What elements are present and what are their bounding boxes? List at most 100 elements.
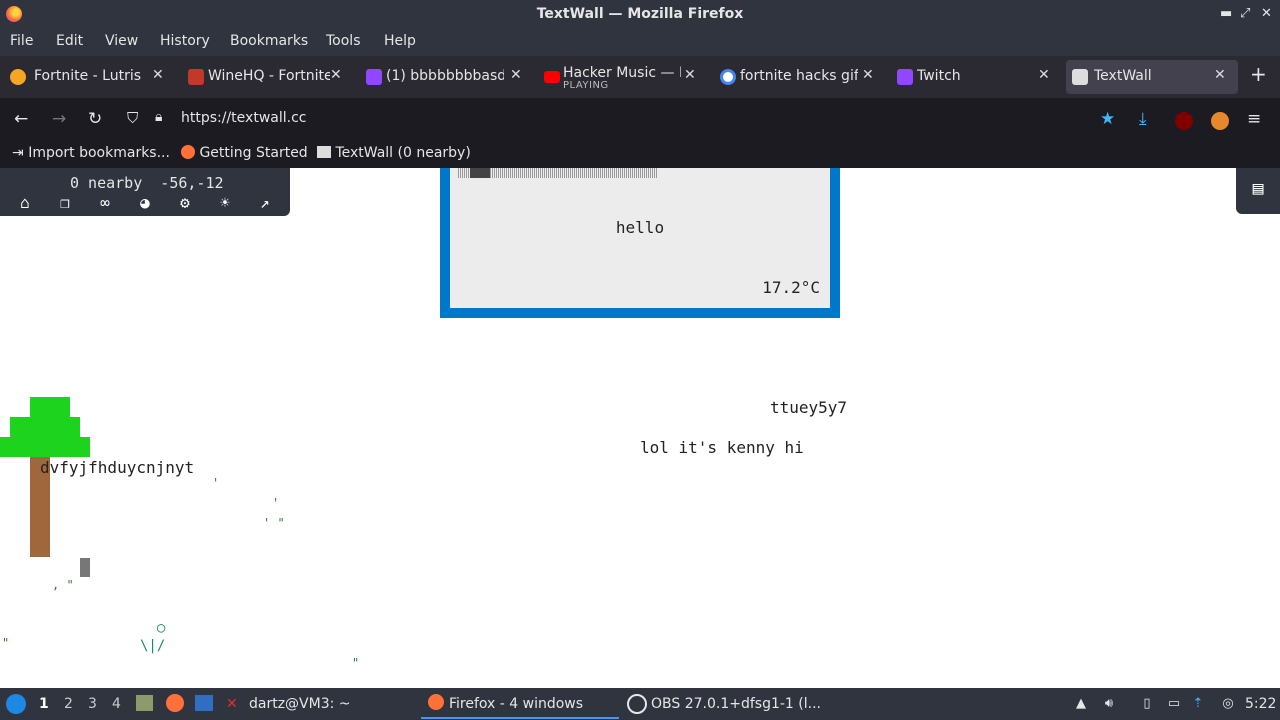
palette-icon[interactable]: ◕ bbox=[135, 193, 155, 213]
settings-gear-icon[interactable]: ⚙ bbox=[175, 193, 195, 213]
tab-label: WineHQ - Fortnite bbox=[208, 68, 330, 84]
volume-icon[interactable]: 🔊︎ bbox=[1101, 696, 1117, 712]
bookmark-star-icon[interactable]: ★ bbox=[1100, 109, 1115, 129]
lock-icon[interactable]: 🔒︎ bbox=[155, 109, 162, 125]
tab-close-icon[interactable]: ✕ bbox=[1214, 67, 1226, 83]
active-window-indicator bbox=[421, 717, 619, 719]
tab-winehq[interactable]: WineHQ - Fortnite ✕ bbox=[180, 60, 352, 94]
tab-label: (1) bbbbbbbbasdf bbox=[386, 68, 504, 84]
menu-bar: File Edit View History Bookmarks Tools H… bbox=[0, 30, 1280, 56]
bookmark-getting-started[interactable]: Getting Started bbox=[181, 145, 308, 161]
taskbar: 1 2 3 4 ✕ dartz@VM3: ~ Firefox - 4 windo… bbox=[0, 688, 1280, 720]
copy-icon[interactable]: ❐ bbox=[55, 193, 75, 213]
tree-canopy bbox=[30, 397, 70, 417]
tab-hacker-music[interactable]: Hacker Music — D PLAYING ✕ bbox=[536, 60, 708, 94]
tab-textwall[interactable]: TextWall ✕ bbox=[1066, 60, 1238, 94]
window-title: TextWall — Mozilla Firefox bbox=[536, 6, 744, 22]
tab-close-icon[interactable]: ✕ bbox=[510, 67, 522, 83]
chat-icon[interactable]: ▤ bbox=[1236, 168, 1280, 214]
maximize-button[interactable]: ⤢ bbox=[1240, 6, 1250, 21]
obs-icon bbox=[627, 694, 647, 714]
firefox-launcher-icon[interactable] bbox=[166, 694, 184, 712]
back-icon[interactable]: ← bbox=[14, 109, 28, 129]
bookmarks-bar: ⇥ Import bookmarks... Getting Started Te… bbox=[0, 140, 1280, 168]
menu-tools[interactable]: Tools bbox=[326, 33, 361, 49]
wall-text: ttuey5y7 bbox=[770, 398, 848, 417]
hud-panel: 0 nearby -56,-12 ⌂ ❐ ∞ ◕ ⚙ ☀ ↗ bbox=[0, 168, 290, 216]
update-icon[interactable]: ⇡ bbox=[1190, 696, 1206, 712]
menu-file[interactable]: File bbox=[10, 33, 33, 49]
brightness-icon[interactable]: ☀ bbox=[215, 193, 235, 213]
start-menu-icon[interactable] bbox=[6, 694, 26, 714]
import-icon: ⇥ bbox=[12, 145, 24, 161]
grass-tuft: " bbox=[352, 656, 360, 670]
tab-close-icon[interactable]: ✕ bbox=[862, 67, 874, 83]
tab-fortnite-lutris[interactable]: Fortnite - Lutris ✕ bbox=[2, 60, 174, 94]
ublock-icon[interactable] bbox=[1175, 112, 1193, 130]
close-window-button[interactable]: ✕ bbox=[1261, 6, 1272, 21]
extension-badge-icon[interactable] bbox=[1211, 112, 1229, 130]
taskbar-terminal[interactable]: dartz@VM3: ~ bbox=[249, 696, 351, 712]
expand-arrow-icon[interactable]: ↗ bbox=[255, 193, 275, 213]
tab-label: TextWall bbox=[1094, 68, 1152, 84]
url-text[interactable]: https://textwall.cc bbox=[181, 110, 306, 126]
minimize-button[interactable]: ▬ bbox=[1220, 6, 1232, 21]
tab-close-icon[interactable]: ✕ bbox=[684, 67, 696, 83]
tab-close-icon[interactable]: ✕ bbox=[1038, 67, 1050, 83]
nearby-coordinates: 0 nearby -56,-12 bbox=[70, 174, 224, 192]
clipboard-icon[interactable]: ▯ bbox=[1139, 696, 1155, 712]
tab-label: fortnite hacks gif bbox=[740, 68, 858, 84]
tab-strip: Fortnite - Lutris ✕ WineHQ - Fortnite ✕ … bbox=[0, 56, 1280, 98]
tab-twitch-bbbb[interactable]: (1) bbbbbbbbasdf ✕ bbox=[358, 60, 530, 94]
taskbar-firefox[interactable]: Firefox - 4 windows bbox=[449, 696, 583, 712]
tab-close-icon[interactable]: ✕ bbox=[330, 67, 342, 83]
bookmark-textwall[interactable]: TextWall (0 nearby) bbox=[317, 145, 471, 161]
reload-icon[interactable]: ↻ bbox=[88, 109, 102, 129]
youtube-icon bbox=[544, 71, 560, 83]
lutris-icon bbox=[10, 69, 26, 85]
twitch-icon bbox=[366, 69, 382, 85]
menu-view[interactable]: View bbox=[105, 33, 138, 49]
textwall-icon bbox=[1072, 69, 1088, 85]
file-manager-icon[interactable] bbox=[136, 695, 153, 711]
menu-bookmarks[interactable]: Bookmarks bbox=[230, 33, 308, 49]
winehq-icon bbox=[188, 69, 204, 85]
dither-pattern bbox=[458, 168, 658, 178]
firefox-icon bbox=[428, 694, 444, 710]
terminal-icon: ✕ bbox=[226, 696, 238, 712]
workspace-4[interactable]: 4 bbox=[112, 696, 121, 712]
bookmark-import[interactable]: ⇥ Import bookmarks... bbox=[12, 145, 170, 161]
menu-help[interactable]: Help bbox=[384, 33, 416, 49]
tab-label: Twitch bbox=[917, 68, 961, 84]
window-icon[interactable] bbox=[195, 695, 213, 711]
grass-tuft: ' " bbox=[263, 516, 285, 530]
tab-twitch[interactable]: Twitch ✕ bbox=[892, 60, 1060, 94]
tab-close-icon[interactable]: ✕ bbox=[152, 67, 164, 83]
display-icon[interactable]: ▭ bbox=[1166, 696, 1182, 712]
grass-tuft: , " bbox=[52, 578, 74, 592]
shield-icon[interactable]: ⛉ bbox=[127, 109, 138, 127]
link-icon[interactable]: ∞ bbox=[95, 193, 115, 213]
tab-label: Fortnite - Lutris bbox=[34, 68, 142, 84]
text-cursor bbox=[80, 558, 90, 577]
new-tab-button[interactable]: + bbox=[1250, 62, 1267, 86]
taskbar-obs[interactable]: OBS 27.0.1+dfsg1-1 (l... bbox=[651, 696, 821, 712]
network-icon[interactable]: ◎ bbox=[1220, 696, 1236, 712]
menu-edit[interactable]: Edit bbox=[56, 33, 83, 49]
tab-google-fortnite[interactable]: fortnite hacks gif ✕ bbox=[714, 60, 886, 94]
weather-text: hello bbox=[615, 218, 665, 237]
textwall-icon bbox=[317, 146, 331, 158]
menu-hamburger-icon[interactable]: ≡ bbox=[1247, 109, 1261, 129]
workspace-3[interactable]: 3 bbox=[88, 696, 97, 712]
forward-icon[interactable]: → bbox=[52, 109, 66, 129]
flower: ○ \|/ bbox=[140, 620, 166, 654]
tray-expand-icon[interactable]: ▲ bbox=[1073, 696, 1089, 712]
clock: 5:22 bbox=[1245, 696, 1277, 712]
download-icon[interactable]: ⤓ bbox=[1139, 109, 1147, 129]
tab-label: Hacker Music — D bbox=[563, 65, 681, 81]
menu-history[interactable]: History bbox=[160, 33, 210, 49]
workspace-2[interactable]: 2 bbox=[64, 696, 73, 712]
home-icon[interactable]: ⌂ bbox=[15, 193, 35, 213]
textwall-canvas[interactable]: hello 17.2°C 0 nearby -56,-12 ⌂ ❐ ∞ ◕ ⚙ … bbox=[0, 168, 1280, 688]
workspace-1[interactable]: 1 bbox=[39, 696, 49, 712]
